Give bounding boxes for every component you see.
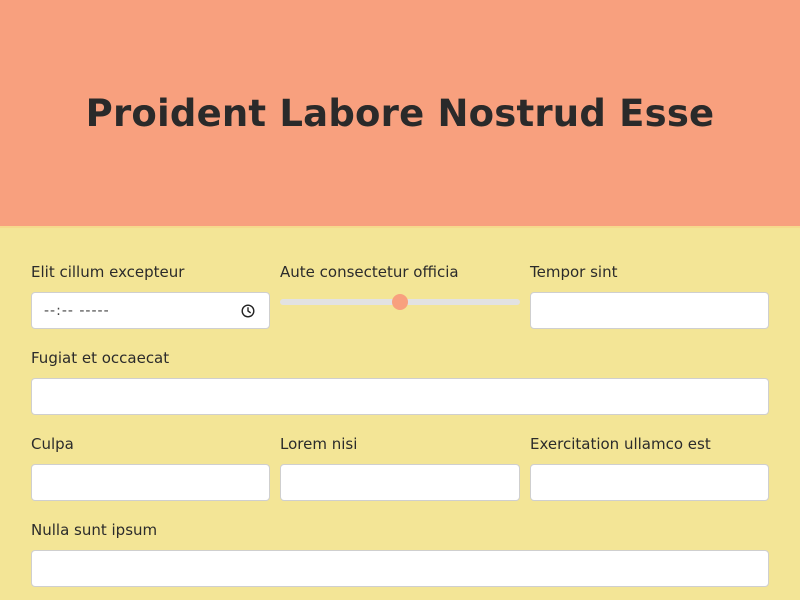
culpa-label: Culpa: [31, 435, 74, 453]
slider-thumb[interactable]: [392, 294, 408, 310]
nulla-label: Nulla sunt ipsum: [31, 521, 158, 539]
time-label: Elit cillum excepteur: [31, 263, 185, 281]
tempor-label: Tempor sint: [530, 263, 618, 281]
time-input[interactable]: --:-- -----: [31, 292, 270, 329]
culpa-input[interactable]: [31, 464, 270, 501]
nulla-input[interactable]: [31, 550, 769, 587]
exercitation-label: Exercitation ullamco est: [530, 435, 711, 453]
page-header: Proident Labore Nostrud Esse: [0, 0, 800, 228]
fugiat-input[interactable]: [31, 378, 769, 415]
tempor-input[interactable]: [530, 292, 769, 329]
range-slider[interactable]: [280, 292, 520, 312]
clock-icon[interactable]: [241, 303, 255, 318]
form: Elit cillum excepteur --:-- ----- Aute c…: [31, 228, 769, 600]
slider-label: Aute consectetur officia: [280, 263, 459, 281]
lorem-label: Lorem nisi: [280, 435, 358, 453]
exercitation-input[interactable]: [530, 464, 769, 501]
page-title: Proident Labore Nostrud Esse: [85, 91, 715, 135]
lorem-input[interactable]: [280, 464, 520, 501]
fugiat-label: Fugiat et occaecat: [31, 349, 170, 367]
time-value: --:-- -----: [44, 302, 110, 319]
